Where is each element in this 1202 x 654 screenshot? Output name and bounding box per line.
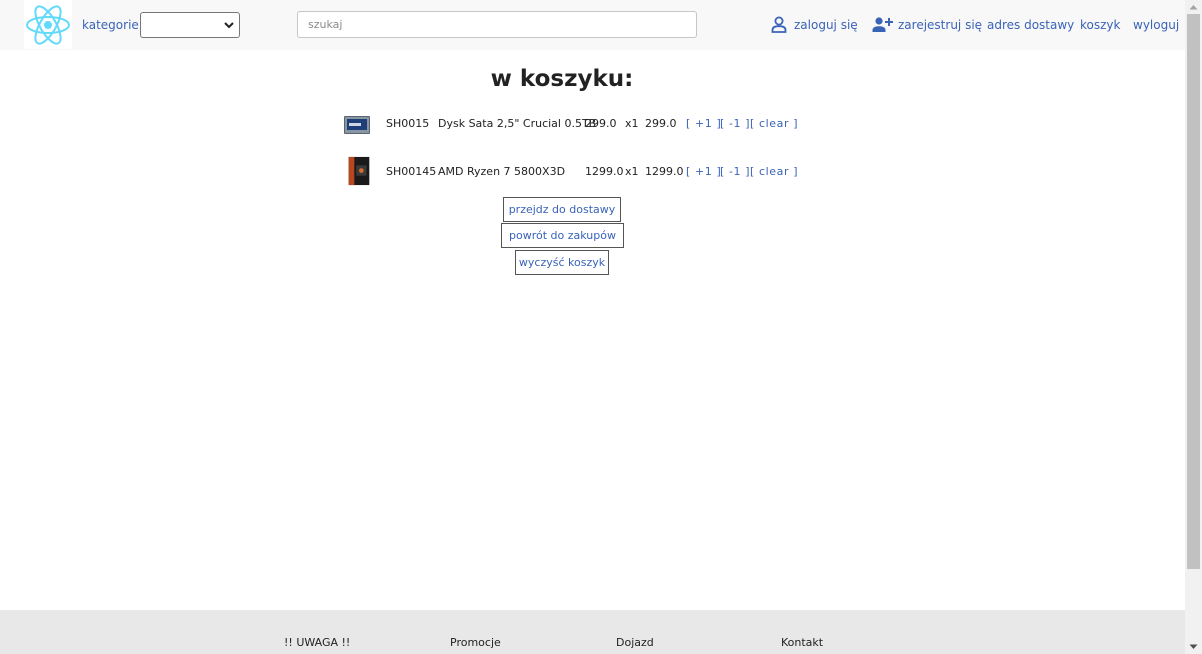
category-select[interactable] xyxy=(140,12,240,38)
cart-item-row: SH00145 AMD Ryzen 7 5800X3D 1299.0 x1 12… xyxy=(0,155,1185,189)
scroll-up-arrow-icon[interactable] xyxy=(1189,4,1198,10)
footer-link-contact[interactable]: Kontakt xyxy=(781,636,823,649)
decrement-quantity-link[interactable]: [ -1 ] xyxy=(720,165,750,179)
item-quantity: x1 xyxy=(625,165,639,178)
item-price: 1299.0 xyxy=(585,165,624,178)
item-total: 1299.0 xyxy=(645,165,684,178)
chevron-down-icon xyxy=(224,22,234,29)
delivery-address-link[interactable]: adres dostawy xyxy=(987,17,1074,33)
footer: !! UWAGA !! Promocje Dojazd Kontakt xyxy=(0,610,1185,654)
item-total: 299.0 xyxy=(645,117,677,130)
clear-cart-button[interactable]: wyczyść koszyk xyxy=(515,250,609,275)
user-icon[interactable] xyxy=(771,16,787,33)
page: kategorie zaloguj się zarejestruj się ad… xyxy=(0,0,1185,654)
item-name: AMD Ryzen 7 5800X3D xyxy=(438,165,566,178)
ssd-drive-icon[interactable] xyxy=(343,108,371,138)
cart-item-row: SH0015 Dysk Sata 2,5" Crucial 0.5TB 299.… xyxy=(0,107,1185,141)
cpu-box-icon[interactable] xyxy=(345,156,373,186)
decrement-quantity-link[interactable]: [ -1 ] xyxy=(720,117,750,131)
cart-link[interactable]: koszyk xyxy=(1080,17,1120,33)
footer-link-directions[interactable]: Dojazd xyxy=(616,636,654,649)
scrollbar-thumb[interactable] xyxy=(1187,14,1200,569)
item-quantity: x1 xyxy=(625,117,639,130)
item-code: SH00145 xyxy=(386,165,437,178)
item-price: 299.0 xyxy=(585,117,617,130)
scroll-down-arrow-icon[interactable] xyxy=(1189,644,1198,650)
categories-label: kategorie xyxy=(82,18,139,32)
item-name: Dysk Sata 2,5" Crucial 0.5TB xyxy=(438,117,597,130)
login-link[interactable]: zaloguj się xyxy=(794,17,858,33)
increment-quantity-link[interactable]: [ +1 ] xyxy=(686,117,721,131)
checkout-button[interactable]: przejdz do dostawy xyxy=(503,197,621,222)
back-to-shopping-button[interactable]: powrót do zakupów xyxy=(501,223,624,248)
clear-item-link[interactable]: [ clear ] xyxy=(750,165,798,179)
footer-link-warning[interactable]: !! UWAGA !! xyxy=(284,636,350,649)
item-code: SH0015 xyxy=(386,117,430,130)
logout-link[interactable]: wyloguj xyxy=(1133,17,1179,33)
cart-title: w koszyku: xyxy=(490,66,634,92)
increment-quantity-link[interactable]: [ +1 ] xyxy=(686,165,721,179)
top-navbar: kategorie zaloguj się zarejestruj się ad… xyxy=(0,0,1185,50)
register-link[interactable]: zarejestruj się xyxy=(898,17,982,33)
clear-item-link[interactable]: [ clear ] xyxy=(750,117,798,131)
user-add-icon[interactable] xyxy=(872,16,893,33)
search-input[interactable] xyxy=(297,11,697,38)
footer-link-promotions[interactable]: Promocje xyxy=(450,636,501,649)
react-logo-icon[interactable] xyxy=(24,0,72,49)
